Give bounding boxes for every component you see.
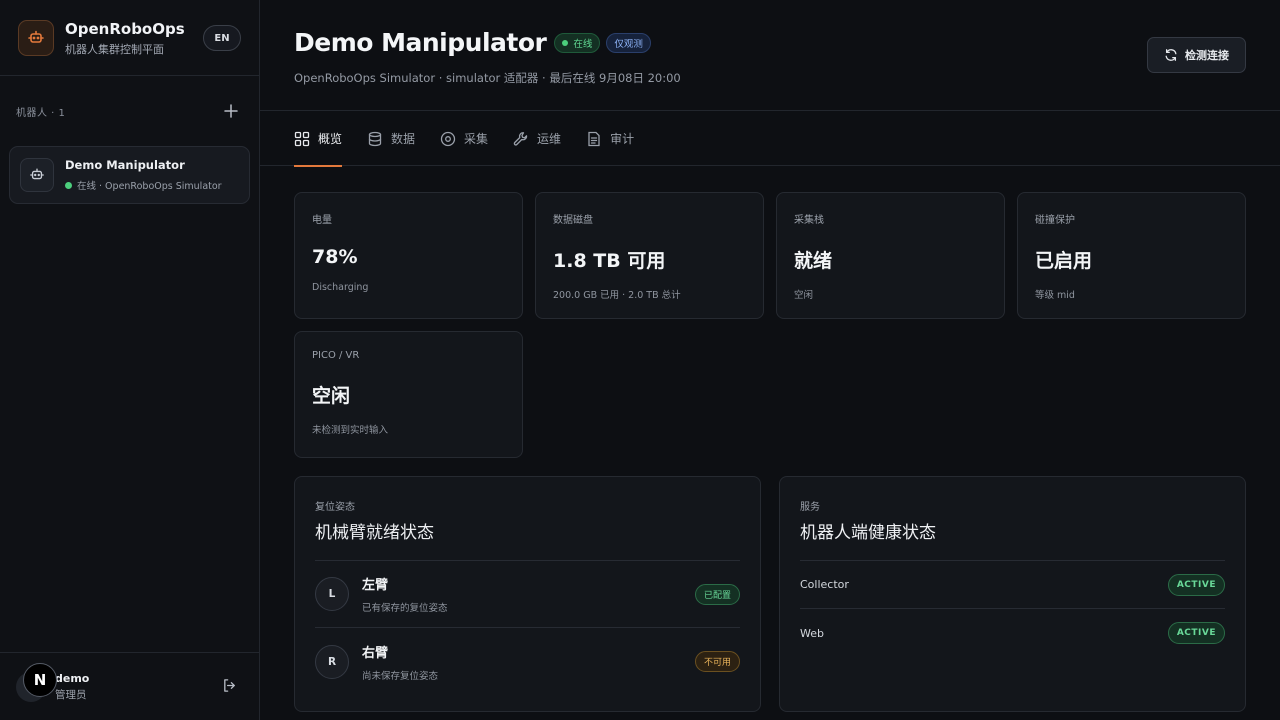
language-toggle-button[interactable]: EN xyxy=(203,25,241,51)
brand-title: OpenRoboOps xyxy=(65,19,185,38)
user-name: demo xyxy=(55,671,90,685)
arm-name: 右臂 xyxy=(362,645,389,661)
service-name: Web xyxy=(800,626,824,640)
arm-description: 尚未保存复位姿态 xyxy=(362,670,439,682)
avatar[interactable]: N xyxy=(16,662,57,702)
stat-card-vr: PICO / VR 空闲 未检测到实时输入 xyxy=(294,331,523,458)
robot-status: 在线 · OpenRoboOps Simulator xyxy=(65,178,222,192)
robots-section-header: 机器人 · 1 xyxy=(0,76,259,146)
service-name: Collector xyxy=(800,578,849,591)
stat-label: 电量 xyxy=(312,215,332,226)
plus-icon xyxy=(224,104,238,118)
sidebar: OpenRoboOps 机器人集群控制平面 EN 机器人 · 1 Demo Ma… xyxy=(0,0,260,720)
stat-value: 就绪 xyxy=(794,250,833,272)
list-item: Collector ACTIVE xyxy=(800,561,1225,609)
page-title: Demo Manipulator xyxy=(294,28,547,57)
dev-badge[interactable]: N xyxy=(23,662,57,697)
stat-value: 1.8 TB 可用 xyxy=(553,250,666,272)
check-connection-label: 检测连接 xyxy=(1185,49,1229,62)
user-role: 管理员 xyxy=(55,688,87,701)
stat-label: PICO / VR xyxy=(312,350,360,361)
robot-icon xyxy=(20,158,54,192)
record-icon xyxy=(440,131,456,146)
add-robot-button[interactable] xyxy=(221,101,241,121)
stat-subtext: 200.0 GB 已用 · 2.0 TB 总计 xyxy=(553,290,681,301)
tab-data-label: 数据 xyxy=(391,132,416,146)
arm-name: 左臂 xyxy=(362,578,389,593)
logout-icon xyxy=(224,679,235,692)
status-badge: ACTIVE xyxy=(1167,573,1225,596)
tab-capture[interactable]: 采集 xyxy=(440,111,488,166)
check-connection-button[interactable]: 检测连接 xyxy=(1147,37,1246,73)
stat-value: 已启用 xyxy=(1035,250,1093,272)
page-header: Demo Manipulator 在线 仅观测 OpenRoboOps Simu… xyxy=(260,0,1280,110)
panel-kicker: 复位姿态 xyxy=(315,502,355,513)
online-status-dot xyxy=(562,39,569,46)
panel-kicker: 服务 xyxy=(800,502,820,513)
brand-header: OpenRoboOps 机器人集群控制平面 EN xyxy=(0,0,259,76)
tab-bar: 概览 数据 采集 运维 审计 xyxy=(260,110,1280,167)
app-root: OpenRoboOps 机器人集群控制平面 EN 机器人 · 1 Demo Ma… xyxy=(0,0,1280,720)
arm-description: 已有保存的复位姿态 xyxy=(362,603,448,614)
list-item: L 左臂 已有保存的复位姿态 已配置 xyxy=(315,561,740,628)
arm-avatar: R xyxy=(315,644,349,679)
arm-avatar: L xyxy=(315,577,349,611)
stat-label: 碰撞保护 xyxy=(1035,215,1075,226)
sidebar-item-robot[interactable]: Demo Manipulator 在线 · OpenRoboOps Simula… xyxy=(9,146,250,204)
stat-card-capture-stack: 采集栈 就绪 空闲 xyxy=(776,192,1005,319)
stat-label: 数据磁盘 xyxy=(553,215,593,226)
status-badge: ACTIVE xyxy=(1167,622,1225,644)
robot-status-text: 在线 · OpenRoboOps Simulator xyxy=(77,181,222,192)
service-health-panel: 服务 机器人端健康状态 Collector ACTIVE Web ACTIVE xyxy=(779,476,1246,712)
stat-card-disk: 数据磁盘 1.8 TB 可用 200.0 GB 已用 · 2.0 TB 总计 xyxy=(535,192,764,319)
robots-section-label: 机器人 · 1 xyxy=(16,107,66,119)
arm-readiness-panel: 复位姿态 机械臂就绪状态 L 左臂 已有保存的复位姿态 已配置 R 右臂 尚未保… xyxy=(294,476,761,712)
brand-subtitle: 机器人集群控制平面 xyxy=(65,42,164,56)
panel-title: 机械臂就绪状态 xyxy=(315,518,740,561)
tab-ops-label: 运维 xyxy=(537,132,562,146)
status-badge: 不可用 xyxy=(694,651,740,672)
status-badge: 已配置 xyxy=(694,584,740,605)
grid-icon xyxy=(294,131,310,146)
tab-audit[interactable]: 审计 xyxy=(586,111,634,166)
stat-value: 78% xyxy=(312,246,358,268)
mode-badge: 仅观测 xyxy=(606,32,651,53)
stat-card-collision: 碰撞保护 已启用 等级 mid xyxy=(1017,192,1246,319)
refresh-icon xyxy=(1165,49,1177,61)
overview-content: 电量 78% Discharging 数据磁盘 1.8 TB 可用 200.0 … xyxy=(260,166,1280,712)
tab-audit-label: 审计 xyxy=(610,132,635,146)
document-icon xyxy=(588,131,600,146)
online-status-dot xyxy=(65,181,72,189)
user-bar: N demo 管理员 xyxy=(0,652,259,720)
status-badge: 在线 xyxy=(554,32,601,53)
stat-label: 采集栈 xyxy=(794,215,824,226)
status-badge-text: 在线 xyxy=(573,38,593,50)
panel-row: 复位姿态 机械臂就绪状态 L 左臂 已有保存的复位姿态 已配置 R 右臂 尚未保… xyxy=(294,476,1246,712)
list-item: Web ACTIVE xyxy=(800,609,1225,657)
main-content: Demo Manipulator 在线 仅观测 OpenRoboOps Simu… xyxy=(260,0,1280,720)
wrench-icon xyxy=(513,131,528,146)
stat-subtext: 空闲 xyxy=(794,290,814,301)
robot-logo-icon xyxy=(18,19,54,56)
database-icon xyxy=(368,131,382,146)
list-item: R 右臂 尚未保存复位姿态 不可用 xyxy=(315,628,740,695)
stat-grid: 电量 78% Discharging 数据磁盘 1.8 TB 可用 200.0 … xyxy=(294,192,1246,458)
stat-value: 空闲 xyxy=(312,385,351,407)
tab-overview-label: 概览 xyxy=(318,132,343,146)
page-subtitle: OpenRoboOps Simulator · simulator 适配器 · … xyxy=(294,71,681,85)
logout-button[interactable] xyxy=(222,678,237,697)
tab-capture-label: 采集 xyxy=(464,132,489,146)
stat-subtext: Discharging xyxy=(312,282,369,293)
panel-title: 机器人端健康状态 xyxy=(800,518,1225,561)
stat-subtext: 等级 mid xyxy=(1035,290,1075,301)
tab-ops[interactable]: 运维 xyxy=(513,111,561,166)
tab-overview[interactable]: 概览 xyxy=(294,111,343,167)
tab-data[interactable]: 数据 xyxy=(367,111,415,166)
stat-card-battery: 电量 78% Discharging xyxy=(294,192,523,319)
robot-name: Demo Manipulator xyxy=(65,158,185,172)
stat-subtext: 未检测到实时输入 xyxy=(312,425,389,436)
